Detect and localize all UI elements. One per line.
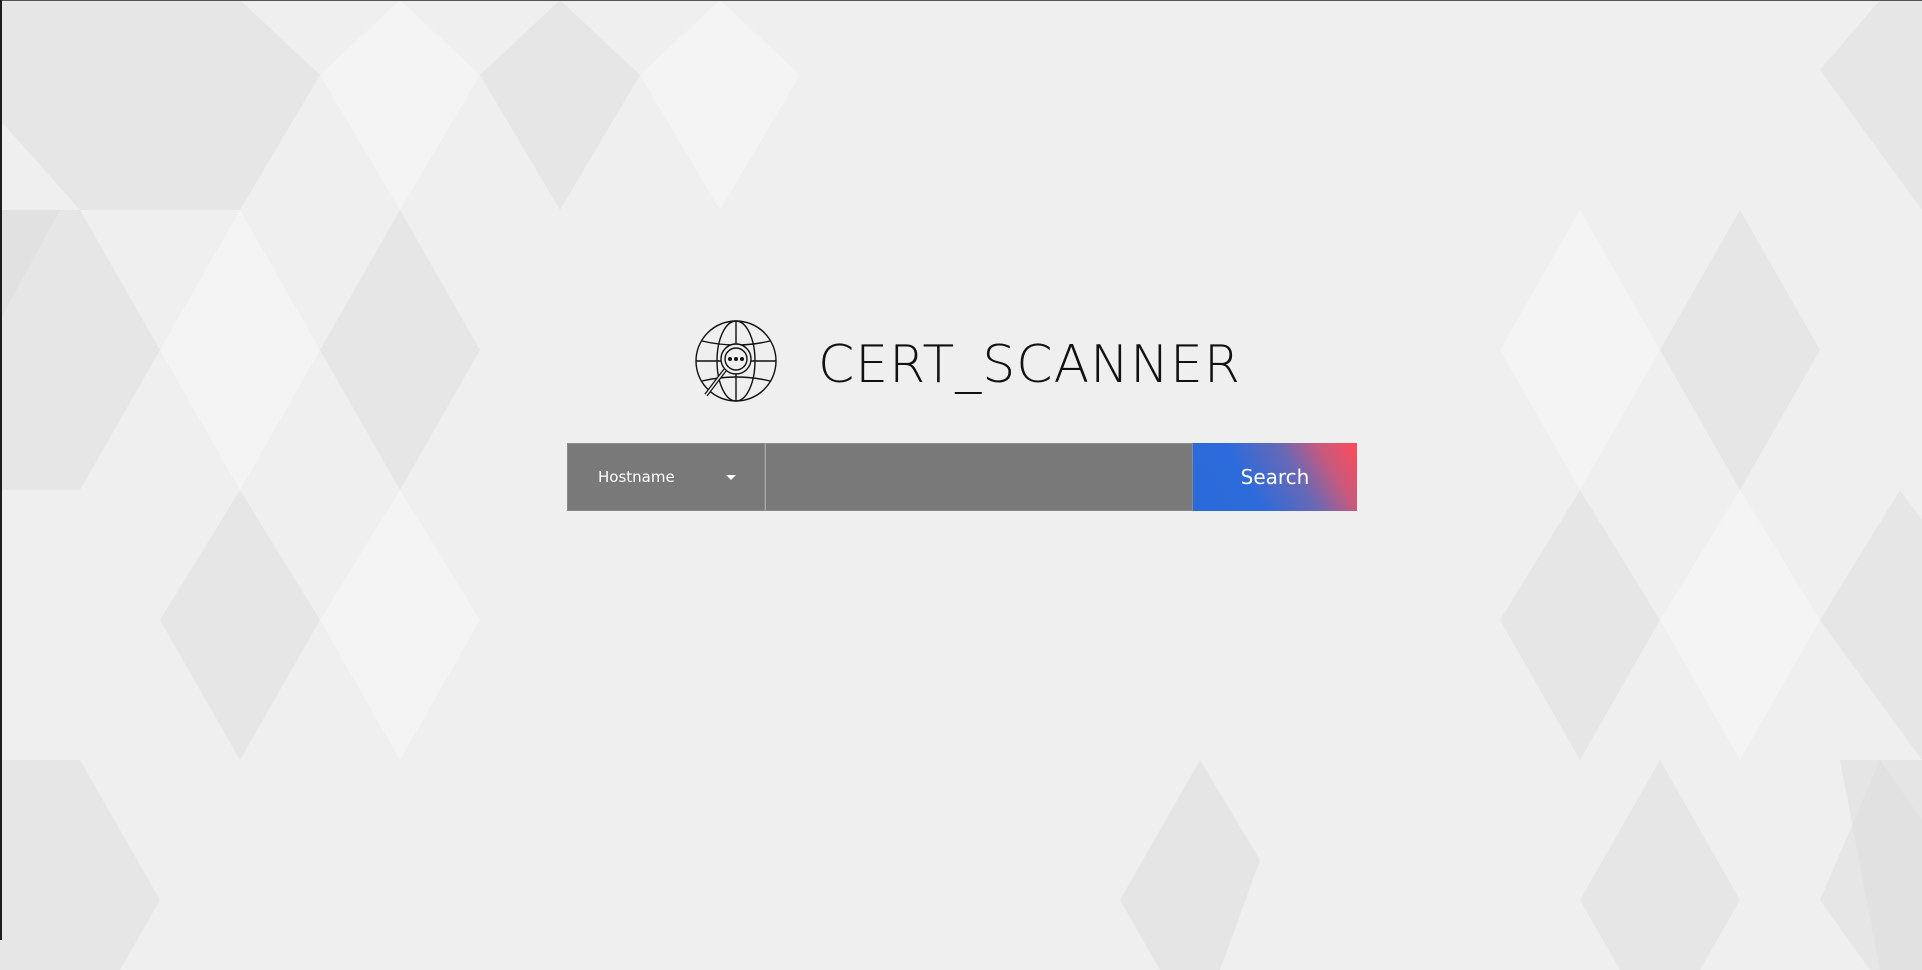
search-button[interactable]: Search — [1193, 443, 1357, 511]
caret-down-icon — [726, 475, 736, 480]
search-type-label: Hostname — [598, 468, 675, 486]
search-input[interactable] — [765, 443, 1193, 511]
app-title: CERT_SCANNER — [818, 335, 1241, 395]
globe-magnifier-icon — [695, 320, 777, 402]
page-content: CERT_SCANNER Hostname Search — [0, 0, 1922, 970]
search-bar: Hostname Search — [567, 443, 1357, 511]
search-type-dropdown[interactable]: Hostname — [567, 443, 765, 511]
brand-header: CERT_SCANNER — [692, 318, 1241, 408]
